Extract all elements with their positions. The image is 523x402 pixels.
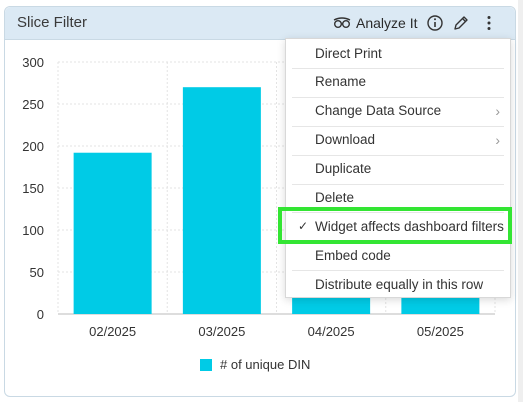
menu-item-label: Change Data Source [315, 103, 442, 119]
menu-item-label: Distribute equally in this row [315, 276, 484, 292]
x-tick-label: 04/2025 [308, 324, 355, 339]
y-tick-label: 300 [22, 55, 44, 70]
widget-context-menu: Direct Print Rename Change Data Source › Dow… [285, 38, 511, 298]
y-tick-label: 150 [22, 181, 44, 196]
menu-item-label: Delete [315, 190, 355, 205]
chevron-right-icon: › [495, 102, 500, 119]
y-tick-label: 50 [30, 265, 44, 280]
menu-item[interactable]: ✓ Widget affects dashboard filters [286, 212, 510, 240]
menu-item[interactable]: Delete [286, 184, 510, 212]
y-tick-label: 100 [22, 223, 44, 238]
bar [73, 152, 152, 314]
menu-item[interactable]: Direct Print [286, 39, 510, 67]
chart-legend: # of unique DIN [200, 357, 310, 372]
menu-item-label: Duplicate [315, 161, 372, 177]
menu-item[interactable]: Embed code [286, 241, 510, 269]
y-tick-label: 200 [22, 139, 44, 154]
y-tick-label: 0 [37, 307, 44, 322]
menu-item-label: Direct Print [315, 45, 382, 61]
bar [182, 87, 261, 314]
legend-label: # of unique DIN [220, 357, 311, 372]
menu-item-label: Widget affects dashboard filters [315, 218, 504, 234]
menu-item[interactable]: Download › [286, 126, 510, 154]
check-icon: ✓ [298, 219, 309, 234]
legend-swatch [200, 358, 212, 371]
y-tick-label: 250 [22, 97, 44, 112]
menu-item-label: Embed code [315, 247, 391, 263]
menu-item[interactable]: Distribute equally in this row [286, 270, 510, 298]
chevron-right-icon: › [495, 131, 500, 148]
x-tick-label: 02/2025 [89, 324, 136, 339]
x-tick-label: 05/2025 [417, 324, 464, 339]
menu-item[interactable]: Rename [286, 68, 510, 96]
menu-item-label: Rename [315, 74, 367, 90]
menu-item[interactable]: Change Data Source › [286, 97, 510, 125]
x-tick-label: 03/2025 [198, 324, 245, 339]
menu-item-label: Download [315, 132, 376, 148]
menu-item[interactable]: Duplicate [286, 155, 510, 183]
page-scrollbar[interactable] [518, 0, 523, 402]
